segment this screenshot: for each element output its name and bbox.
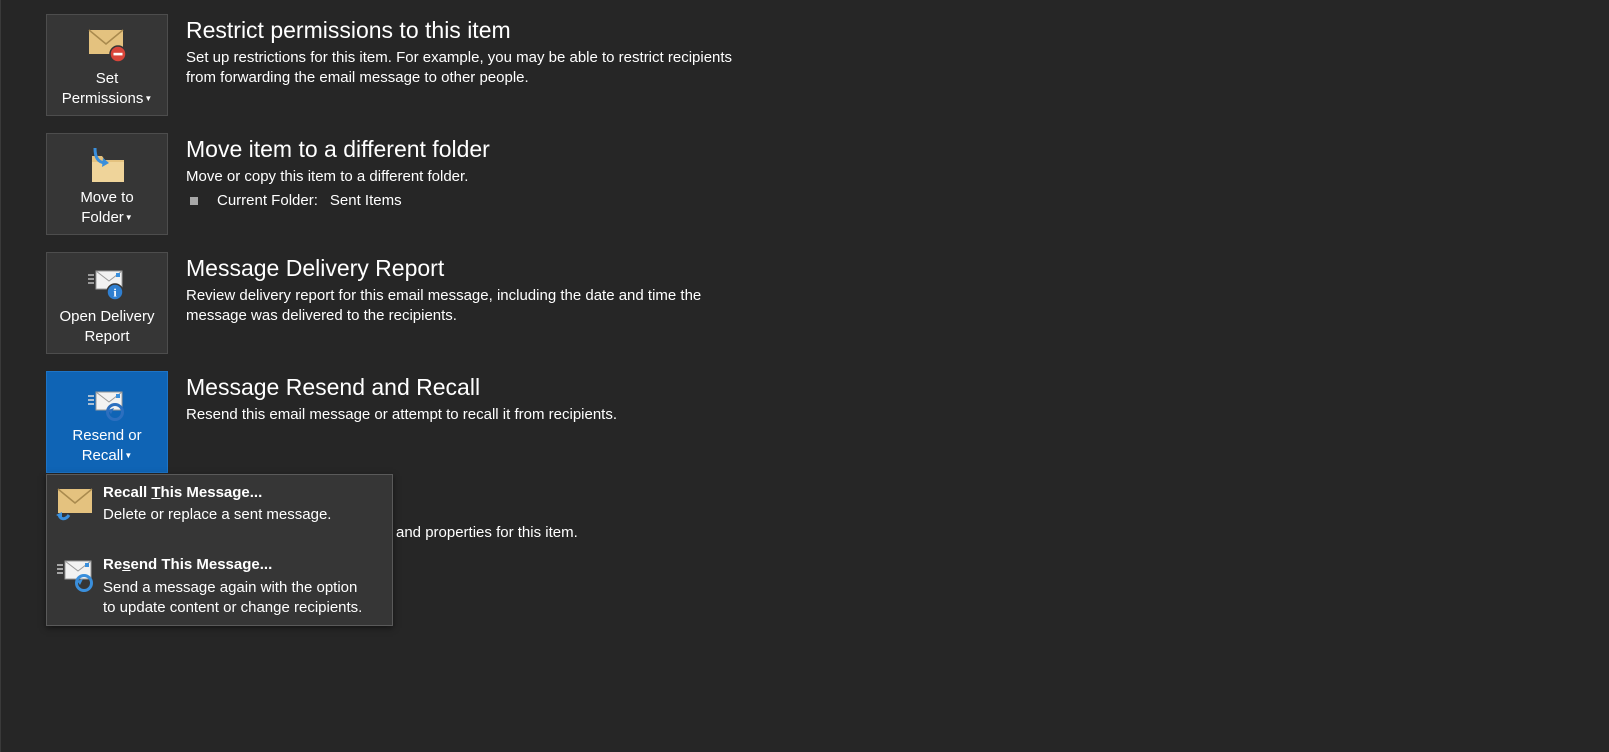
resend-recall-label-2: Recall [81, 447, 124, 464]
current-folder-value: Sent Items [329, 192, 402, 209]
open-delivery-report-button[interactable]: i Open Delivery Report [46, 252, 168, 354]
recall-this-message-item[interactable]: Recall This Message... Delete or replace… [47, 475, 392, 547]
move-to-folder-label-2: Folder [81, 209, 124, 226]
move-title: Move item to a different folder [186, 136, 490, 162]
dropdown-caret-icon: ▼ [144, 94, 153, 103]
resend-or-recall-button[interactable]: Resend or Recall▼ [46, 371, 168, 473]
resend-this-message-item[interactable]: Resend This Message... Send a message ag… [47, 549, 392, 625]
bullet-icon [190, 196, 198, 205]
recall-this-message-desc: Delete or replace a sent message. [103, 506, 332, 523]
properties-desc-partial: and properties for this item. [396, 524, 578, 541]
dropdown-caret-icon: ▼ [124, 451, 133, 460]
delivery-report-label-2: Report [84, 328, 130, 345]
delivery-report-title: Message Delivery Report [186, 255, 445, 281]
resend-recall-title: Message Resend and Recall [186, 374, 481, 400]
recall-this-message-title: Recall This Message... [103, 484, 263, 501]
resend-this-message-desc-2: to update content or change recipients. [103, 599, 363, 616]
current-folder-row: Current Folder: Sent Items [190, 192, 402, 209]
set-permissions-label-2: Permissions [61, 90, 144, 107]
resend-envelope-icon [55, 557, 95, 597]
resend-this-message-title: Resend This Message... [103, 556, 273, 573]
delivery-report-desc-2: message was delivered to the recipients. [186, 307, 457, 324]
set-permissions-button[interactable]: Set Permissions▼ [46, 14, 168, 116]
move-desc: Move or copy this item to a different fo… [186, 168, 469, 185]
window-edge [0, 0, 1, 752]
set-permissions-label-1: Set [95, 70, 119, 87]
envelope-permissions-icon [86, 27, 128, 67]
permissions-desc-1: Set up restrictions for this item. For e… [186, 49, 733, 66]
resend-recall-menu: Recall This Message... Delete or replace… [46, 474, 393, 626]
resend-recall-desc: Resend this email message or attempt to … [186, 406, 618, 423]
permissions-desc-2: from forwarding the email message to oth… [186, 69, 529, 86]
delivery-report-label-1: Open Delivery [59, 308, 155, 325]
current-folder-label: Current Folder: [217, 192, 318, 209]
resend-recall-label-1: Resend or [72, 427, 142, 444]
resend-this-message-desc-1: Send a message again with the option [103, 579, 358, 596]
move-to-folder-button[interactable]: Move to Folder▼ [46, 133, 168, 235]
delivery-report-desc-1: Review delivery report for this email me… [186, 287, 702, 304]
permissions-title: Restrict permissions to this item [186, 17, 511, 43]
dropdown-caret-icon: ▼ [124, 213, 133, 222]
recall-envelope-icon [55, 485, 95, 525]
delivery-report-icon: i [86, 265, 128, 305]
move-to-folder-label-1: Move to [80, 189, 134, 206]
move-folder-icon [86, 146, 128, 186]
resend-recall-icon [86, 384, 128, 424]
